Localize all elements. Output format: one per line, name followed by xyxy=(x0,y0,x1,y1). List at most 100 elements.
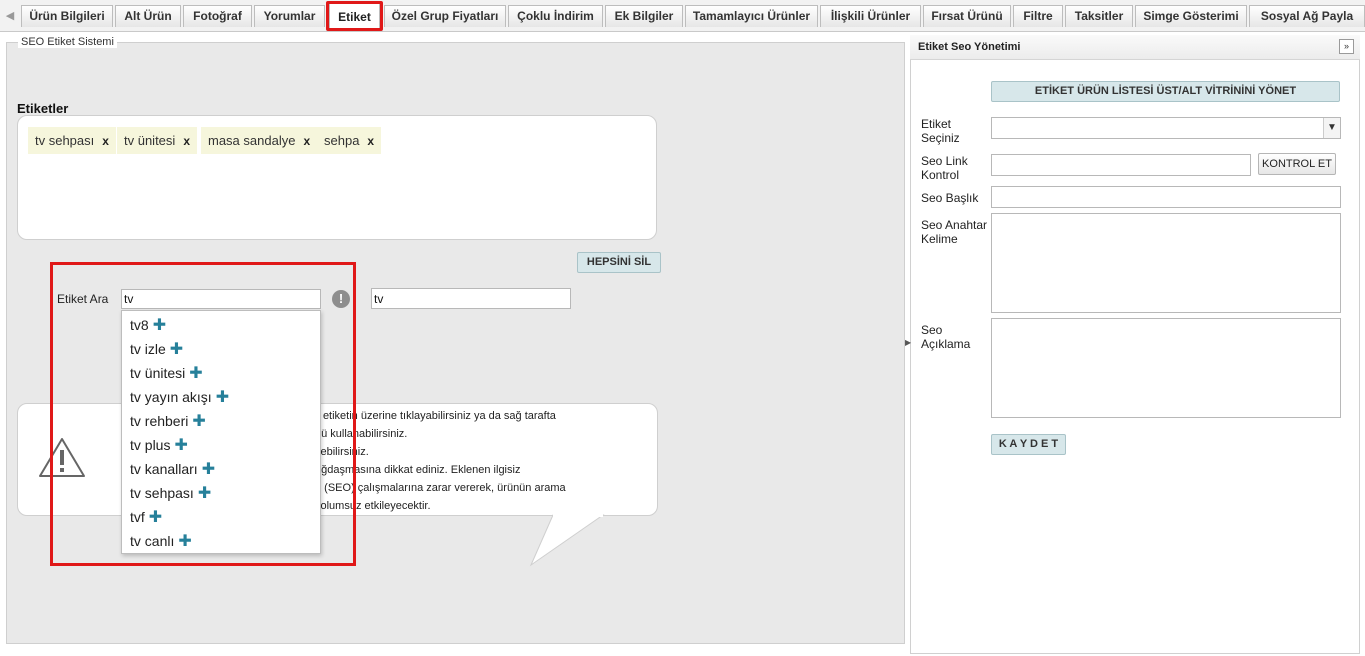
info-line: ağdaşmasına dikkat ediniz. Eklenen ilgis… xyxy=(315,464,521,476)
tab-firsat-urunu[interactable]: Fırsat Ürünü xyxy=(923,5,1011,27)
tag-chip: tv ünitesi x xyxy=(117,127,197,154)
suggestion-label: tvf xyxy=(130,509,145,525)
label-line: Açıklama xyxy=(921,337,971,351)
bubble-tail-icon xyxy=(529,514,605,567)
active-tab-highlight xyxy=(326,1,383,31)
seo-title-input[interactable] xyxy=(991,186,1341,208)
tag-remove-button[interactable]: x xyxy=(102,134,109,148)
tab-scroll-left-icon[interactable]: ◀ xyxy=(2,6,18,26)
tab-coklu-indirim[interactable]: Çoklu İndirim xyxy=(508,5,603,27)
suggestion-label: tv ünitesi xyxy=(130,365,186,381)
tab-ek-bilgiler[interactable]: Ek Bilgiler xyxy=(605,5,683,27)
plus-icon[interactable]: ✚ xyxy=(174,434,187,458)
suggestion-label: tv canlı xyxy=(130,533,175,549)
plus-icon[interactable]: ✚ xyxy=(149,506,162,530)
tag-remove-button[interactable]: x xyxy=(303,134,310,148)
seo-link-label: Seo Link Kontrol xyxy=(921,154,968,182)
tab-sosyal-ag[interactable]: Sosyal Ağ Payla xyxy=(1249,5,1365,27)
manage-showcase-button[interactable]: ETİKET ÜRÜN LİSTESİ ÜST/ALT VİTRİNİNİ YÖ… xyxy=(991,81,1340,102)
suggestion-label: tv plus xyxy=(130,437,171,453)
panel-title: Etiket Seo Yönetimi xyxy=(918,41,1021,53)
label-line: Seo Link xyxy=(921,154,968,168)
info-line: li etiketin üzerine tıklayabilirsiniz ya… xyxy=(315,410,556,422)
suggestion-item[interactable]: tv plus ✚ xyxy=(130,433,188,457)
tag-select-label: Etiket Seçiniz xyxy=(921,117,960,145)
tab-simge-gosterimi[interactable]: Simge Gösterimi xyxy=(1135,5,1247,27)
tag-preview-input[interactable] xyxy=(371,288,571,309)
tab-alt-urun[interactable]: Alt Ürün xyxy=(115,5,181,27)
chevron-down-icon[interactable]: ▼ xyxy=(1323,118,1340,138)
plus-icon[interactable]: ✚ xyxy=(153,314,166,338)
tag-label: tv ünitesi xyxy=(124,133,176,148)
suggestion-label: tv rehberi xyxy=(130,413,189,429)
seo-description-textarea[interactable] xyxy=(991,318,1341,418)
tag-search-input[interactable] xyxy=(121,289,321,309)
suggestion-label: tv sehpası xyxy=(130,485,194,501)
suggestion-item[interactable]: tv canlı ✚ xyxy=(130,529,192,553)
info-line: i olumsuz etkileyecektir. xyxy=(315,500,431,512)
suggestion-label: tv kanalları xyxy=(130,461,198,477)
label-line: Kontrol xyxy=(921,168,960,182)
suggestion-label: tv izle xyxy=(130,341,166,357)
info-line: n (SEO) çalışmalarına zarar vererek, ürü… xyxy=(315,482,566,494)
suggestion-item[interactable]: tvf ✚ xyxy=(130,505,162,529)
tab-yorumlar[interactable]: Yorumlar xyxy=(254,5,325,27)
alert-triangle-icon xyxy=(39,438,85,477)
tags-title: Etiketler xyxy=(17,101,69,116)
tab-fotograf[interactable]: Fotoğraf xyxy=(183,5,252,27)
tab-urun-bilgileri[interactable]: Ürün Bilgileri xyxy=(21,5,113,27)
info-line: yebilirsiniz. xyxy=(315,446,369,458)
tag-label: masa sandalye xyxy=(208,133,296,148)
plus-icon[interactable]: ✚ xyxy=(178,530,191,554)
tab-iliskili-urunler[interactable]: İlişkili Ürünler xyxy=(820,5,921,27)
plus-icon[interactable]: ✚ xyxy=(189,362,202,386)
plus-icon[interactable]: ✚ xyxy=(202,458,215,482)
tab-taksitler[interactable]: Taksitler xyxy=(1065,5,1133,27)
seo-keyword-textarea[interactable] xyxy=(991,213,1341,313)
tag-label: tv sehpası xyxy=(35,133,95,148)
tab-tamamlayici-urunler[interactable]: Tamamlayıcı Ürünler xyxy=(685,5,818,27)
info-text: li etiketin üzerine tıklayabilirsiniz ya… xyxy=(315,407,566,515)
suggestion-item[interactable]: tv rehberi ✚ xyxy=(130,409,206,433)
tag-remove-button[interactable]: x xyxy=(183,134,190,148)
plus-icon[interactable]: ✚ xyxy=(198,482,211,506)
suggestion-item[interactable]: tv8 ✚ xyxy=(130,313,166,337)
seo-title-label: Seo Başlık xyxy=(921,191,979,205)
seo-link-input[interactable] xyxy=(991,154,1251,176)
suggestion-label: tv yayın akışı xyxy=(130,389,212,405)
tag-chip: masa sandalye x xyxy=(201,127,318,154)
label-line: Seçiniz xyxy=(921,131,960,145)
suggestion-item[interactable]: tv izle ✚ xyxy=(130,337,183,361)
info-line: nü kullanabilirsiniz. xyxy=(315,428,408,440)
suggestion-item[interactable]: tv kanalları ✚ xyxy=(130,457,215,481)
warning-icon: ! xyxy=(332,290,350,308)
suggestion-label: tv8 xyxy=(130,317,149,333)
label-line: Seo xyxy=(921,323,943,337)
suggestion-item[interactable]: tv yayın akışı ✚ xyxy=(130,385,229,409)
suggestion-dropdown: tv8 ✚ tv izle ✚ tv ünitesi ✚ tv yayın akışı… xyxy=(121,310,321,554)
delete-all-button[interactable]: HEPSİNİ SİL xyxy=(577,252,661,273)
seo-keyword-label: Seo Anahtar Kelime xyxy=(921,218,987,246)
label-line: Etiket xyxy=(921,117,952,131)
tag-chip: sehpa x xyxy=(317,127,382,154)
check-link-button[interactable]: KONTROL ET xyxy=(1258,153,1336,175)
plus-icon[interactable]: ✚ xyxy=(192,410,205,434)
label-line: Kelime xyxy=(921,232,958,246)
tag-label: sehpa xyxy=(324,133,360,148)
tab-filtre[interactable]: Filtre xyxy=(1013,5,1063,27)
tag-chip: tv sehpası x xyxy=(28,127,116,154)
label-line: Seo Anahtar xyxy=(921,218,988,232)
search-label: Etiket Ara xyxy=(57,292,109,306)
fieldset-legend: SEO Etiket Sistemi xyxy=(18,36,117,48)
tag-select[interactable]: ▼ xyxy=(991,117,1341,139)
plus-icon[interactable]: ✚ xyxy=(216,386,229,410)
suggestion-item[interactable]: tv ünitesi ✚ xyxy=(130,361,203,385)
suggestion-item[interactable]: tv sehpası ✚ xyxy=(130,481,211,505)
splitter-arrow-icon[interactable]: ▶ xyxy=(905,338,911,347)
tags-box: tv sehpası x tv ünitesi x masa sandalye x s… xyxy=(17,115,657,240)
tab-ozel-grup-fiyatlari[interactable]: Özel Grup Fiyatları xyxy=(384,5,506,27)
save-button[interactable]: K A Y D E T xyxy=(991,434,1066,455)
plus-icon[interactable]: ✚ xyxy=(170,338,183,362)
collapse-icon[interactable]: » xyxy=(1339,39,1354,54)
tag-remove-button[interactable]: x xyxy=(367,134,374,148)
